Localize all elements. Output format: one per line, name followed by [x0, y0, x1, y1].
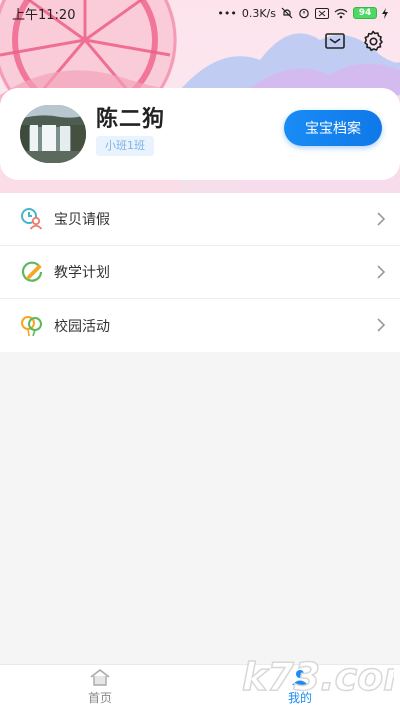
baby-archive-button[interactable]: 宝宝档案 — [284, 110, 382, 146]
chevron-right-icon — [377, 212, 386, 226]
menu-item-label: 校园活动 — [54, 318, 110, 335]
gear-icon[interactable] — [362, 30, 384, 52]
menu-item-campus-activity[interactable]: 校园活动 — [0, 299, 400, 352]
charging-icon — [382, 7, 388, 19]
menu-item-leave[interactable]: 宝贝请假 — [0, 193, 400, 246]
battery-indicator: 94 — [353, 7, 377, 19]
menu-item-label: 宝贝请假 — [54, 212, 110, 228]
status-icons: ••• 0.3K/s 94 — [217, 7, 388, 20]
chevron-right-icon — [377, 265, 386, 279]
avatar[interactable] — [20, 105, 86, 163]
status-time: 上午11:20 — [12, 7, 76, 23]
menu-list: 宝贝请假 教学计划 校园活动 — [0, 193, 400, 352]
mail-icon[interactable] — [324, 30, 346, 52]
chevron-right-icon — [377, 318, 386, 332]
avatar-waterfall-image — [20, 105, 86, 163]
campus-activity-icon — [20, 314, 44, 338]
mute-icon — [281, 7, 293, 19]
alarm-icon — [298, 7, 310, 19]
child-name: 陈二狗 — [96, 107, 166, 132]
home-icon — [89, 669, 111, 687]
nav-item-home[interactable]: 首页 — [0, 665, 200, 709]
menu-item-teaching-plan[interactable]: 教学计划 — [0, 246, 400, 299]
nav-label: 首页 — [87, 690, 112, 705]
menu-item-label: 教学计划 — [54, 265, 110, 281]
wifi-icon — [334, 8, 348, 19]
watermark-text: k73.com — [242, 655, 394, 699]
site-watermark-logo: k73.com — [242, 654, 394, 700]
header-actions — [324, 30, 384, 52]
class-badge: 小班1班 — [96, 136, 154, 156]
leave-request-icon — [20, 207, 44, 231]
dots-icon: ••• — [217, 6, 237, 20]
status-bar: 上午11:20 ••• 0.3K/s 94 — [0, 0, 400, 26]
network-speed: 0.3K/s — [241, 6, 276, 20]
sim-icon — [315, 7, 329, 19]
teaching-plan-icon — [20, 260, 44, 284]
